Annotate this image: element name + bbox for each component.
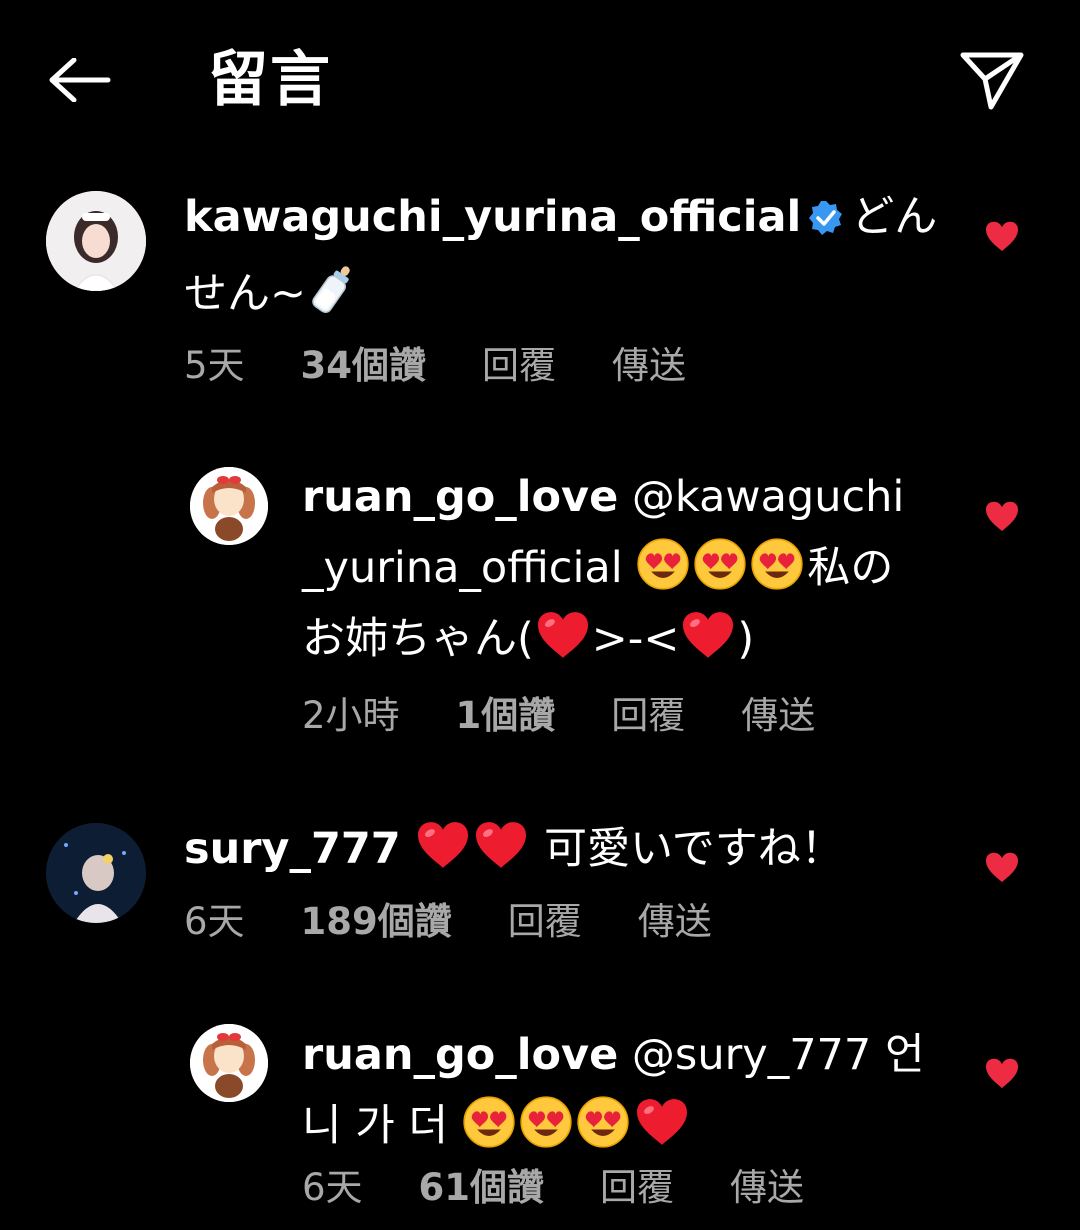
comment-time: 6天 bbox=[302, 1166, 363, 1209]
comment-time: 6天 bbox=[184, 900, 245, 943]
baby-bottle-icon bbox=[310, 262, 354, 340]
paper-plane-icon bbox=[960, 52, 1024, 110]
like-button[interactable] bbox=[980, 1051, 1024, 1095]
heart-icon bbox=[984, 851, 1020, 883]
likes-count[interactable]: 189個讚 bbox=[301, 900, 452, 943]
red-heart-emoji-icon bbox=[472, 820, 530, 870]
comment-text-part: お姉ちゃん( bbox=[302, 614, 534, 664]
share-button[interactable] bbox=[952, 42, 1032, 118]
comment-meta: 5天 34個讚 回覆 傳送 bbox=[184, 340, 742, 392]
comment-text-part: 私の bbox=[807, 543, 894, 593]
comment-text: sury_777 可愛いですね！ bbox=[184, 814, 944, 885]
send-button[interactable]: 傳送 bbox=[612, 344, 686, 387]
avatar-image bbox=[46, 191, 146, 291]
avatar[interactable] bbox=[190, 1024, 268, 1102]
page-title: 留言 bbox=[208, 45, 332, 115]
username[interactable]: sury_777 bbox=[184, 824, 401, 874]
heart-eyes-emoji-icon bbox=[576, 1095, 630, 1149]
like-button[interactable] bbox=[980, 845, 1024, 889]
like-button[interactable] bbox=[980, 494, 1024, 538]
comment-text-part: 언 bbox=[884, 1030, 925, 1080]
comment-text: kawaguchi_yurina_official どん せん~ bbox=[184, 182, 944, 340]
comment-text-part: 니 가 더 bbox=[302, 1101, 449, 1151]
comment-text: ruan_go_love @kawaguchi _yurina_official… bbox=[302, 462, 962, 675]
red-heart-emoji-icon bbox=[414, 820, 472, 870]
comment-meta: 6天 189個讚 回覆 傳送 bbox=[184, 896, 768, 948]
comment-text-part: どん bbox=[851, 192, 938, 242]
red-heart-emoji-icon bbox=[534, 610, 592, 660]
send-button[interactable]: 傳送 bbox=[638, 900, 712, 943]
comment-text-part: 可愛いですね！ bbox=[544, 824, 844, 874]
red-heart-emoji-icon bbox=[679, 610, 737, 660]
reply-button[interactable]: 回覆 bbox=[611, 694, 685, 737]
avatar[interactable] bbox=[46, 191, 146, 291]
likes-count[interactable]: 1個讚 bbox=[456, 694, 556, 737]
comment-text-part: >-< bbox=[591, 614, 680, 664]
mention-link[interactable]: @sury_777 bbox=[632, 1030, 871, 1080]
heart-icon bbox=[984, 1057, 1020, 1089]
back-button[interactable] bbox=[40, 48, 120, 112]
avatar[interactable] bbox=[190, 467, 268, 545]
avatar-image bbox=[190, 1024, 268, 1102]
heart-icon bbox=[984, 500, 1020, 532]
arrow-left-icon bbox=[49, 58, 111, 102]
comment-text: ruan_go_love @sury_777 언 니 가 더 bbox=[302, 1020, 962, 1162]
heart-eyes-emoji-icon bbox=[519, 1095, 573, 1149]
username[interactable]: ruan_go_love bbox=[302, 472, 618, 522]
username[interactable]: kawaguchi_yurina_official bbox=[184, 192, 801, 242]
mention-link[interactable]: @kawaguchi bbox=[632, 472, 904, 522]
heart-eyes-emoji-icon bbox=[462, 1095, 516, 1149]
verified-badge-icon bbox=[807, 188, 845, 259]
like-button[interactable] bbox=[980, 214, 1024, 258]
heart-eyes-emoji-icon bbox=[750, 537, 804, 591]
reply-button[interactable]: 回覆 bbox=[482, 344, 556, 387]
heart-eyes-emoji-icon bbox=[693, 537, 747, 591]
reply-button[interactable]: 回覆 bbox=[508, 900, 582, 943]
comment-meta: 2小時 1個讚 回覆 傳送 bbox=[302, 690, 871, 742]
reply-button[interactable]: 回覆 bbox=[600, 1166, 674, 1209]
send-button[interactable]: 傳送 bbox=[741, 694, 815, 737]
avatar-image bbox=[190, 467, 268, 545]
avatar-image bbox=[46, 823, 146, 923]
top-bar: 留言 bbox=[0, 0, 1080, 160]
heart-eyes-emoji-icon bbox=[636, 537, 690, 591]
comment-text-part: せん~ bbox=[184, 269, 307, 319]
likes-count[interactable]: 61個讚 bbox=[419, 1166, 545, 1209]
mention-link[interactable]: _yurina_official bbox=[302, 543, 623, 593]
comment-time: 2小時 bbox=[302, 694, 400, 737]
comment-text-part: ) bbox=[737, 614, 755, 664]
comment-time: 5天 bbox=[184, 344, 245, 387]
send-button[interactable]: 傳送 bbox=[730, 1166, 804, 1209]
heart-icon bbox=[984, 220, 1020, 252]
avatar[interactable] bbox=[46, 823, 146, 923]
comment-meta: 6天 61個讚 回覆 傳送 bbox=[302, 1162, 860, 1214]
username[interactable]: ruan_go_love bbox=[302, 1030, 618, 1080]
red-heart-emoji-icon bbox=[633, 1097, 691, 1147]
likes-count[interactable]: 34個讚 bbox=[301, 344, 427, 387]
